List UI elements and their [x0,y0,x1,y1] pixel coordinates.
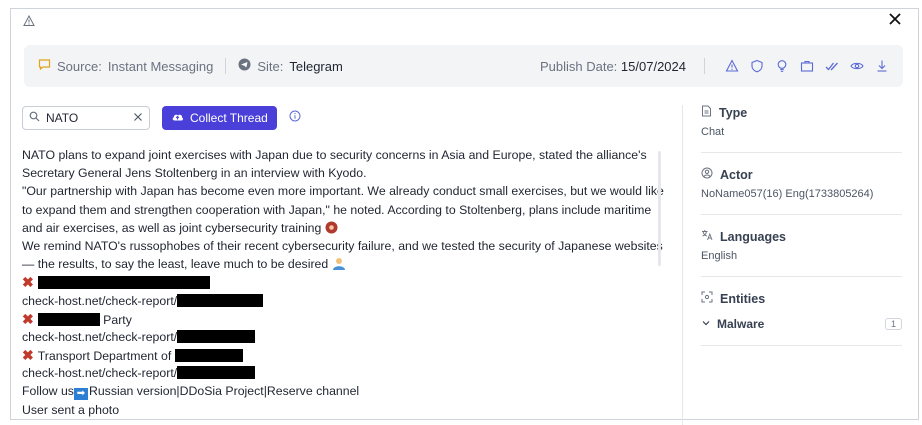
translate-icon [701,229,713,244]
search-field[interactable] [22,106,150,130]
languages-section: Languages English [701,229,902,277]
red-x-icon: ✖ [22,347,34,364]
publish-date-value: 15/07/2024 [620,58,686,74]
search-input[interactable] [46,111,116,125]
details-modal: Source: Instant Messaging Site: Telegram… [10,8,919,425]
malware-label: Malware [717,317,765,331]
type-value: Chat [701,126,725,138]
message-body: NATO plans to expand joint exercises wit… [22,146,664,419]
collect-thread-label: Collect Thread [190,111,268,125]
source-value: Instant Messaging [107,58,214,74]
chevron-down-icon [701,317,711,331]
double-check-icon[interactable] [825,59,839,73]
report-link[interactable]: check-host.net/check-report/ [22,292,662,310]
message-line: We remind NATO's russophobes of their re… [22,238,663,253]
message-line: — the results, to say the least, leave m… [22,255,662,273]
details-sidebar: Type Chat Actor NoName057(16) Eng(173380… [701,105,902,360]
document-icon [701,105,712,120]
site-label: Site: [257,58,284,74]
photo-note: User sent a photo [22,402,120,417]
report-link[interactable]: check-host.net/check-report/ [22,328,662,346]
message-line: "Our partnership with Japan has become e… [22,184,664,199]
message-toolbar: Collect Thread [22,106,301,130]
actor-title: Actor [720,167,753,182]
shield-icon[interactable] [750,59,764,73]
warning-icon [23,14,35,26]
cloud-upload-icon [171,111,184,125]
red-x-icon: ✖ [22,274,34,291]
source-info: Source: Instant Messaging [38,58,213,74]
clear-search-icon[interactable] [133,111,143,125]
briefcase-icon[interactable] [800,59,814,73]
malware-entity-toggle[interactable]: Malware 1 [701,317,902,331]
close-icon[interactable] [888,12,902,26]
eye-icon[interactable] [850,59,864,73]
message-line: NATO plans to expand joint exercises wit… [22,148,647,162]
message-line: Secretary General Jens Stoltenberg in an… [22,166,367,181]
redacted-item: ✖ [22,273,662,291]
entities-section: Entities Malware 1 [701,291,902,346]
user-circle-icon [701,167,713,182]
site-value: Telegram [289,58,343,74]
redacted-item: ✖ Transport Department of [22,346,662,364]
malware-count-badge: 1 [884,318,902,330]
source-label: Source: [57,58,102,74]
lightbulb-icon[interactable] [775,59,789,73]
message-scrollbar[interactable] [658,151,661,266]
actor-value: NoName057(16) Eng(1733805264) [701,188,874,200]
download-icon[interactable] [875,59,889,73]
post-actions [711,59,889,73]
type-title: Type [719,105,748,120]
scan-icon [701,291,713,306]
languages-title: Languages [720,229,786,244]
post-meta-bar: Source: Instant Messaging Site: Telegram… [24,45,903,87]
publish-date-label: Publish Date: [539,58,618,74]
entities-title: Entities [720,291,766,306]
type-section: Type Chat [701,105,902,153]
info-icon[interactable] [289,109,301,127]
site-info: Site: Telegram [238,58,343,74]
chat-bubble-icon [38,58,51,74]
message-line: and air exercises, as well as joint cybe… [22,219,662,237]
right-arrow-icon: ➡ [73,388,88,401]
redacted-item: ✖ Party [22,310,132,327]
red-x-icon: ✖ [22,310,34,327]
telegram-icon [238,58,251,74]
collect-thread-button[interactable]: Collect Thread [162,106,277,130]
search-icon [29,111,40,125]
languages-value: English [701,250,738,262]
follow-links[interactable]: Follow us ➡ Russian version|DDoSia Project… [22,382,662,401]
report-link[interactable]: check-host.net/check-report/ [22,364,662,382]
japan-flag-emoji [325,221,338,235]
actor-section: Actor NoName057(16) Eng(1733805264) [701,167,902,215]
person-shrug-emoji [332,257,346,271]
alert-icon[interactable] [725,59,739,73]
message-line: to expand them and strengthen cooperatio… [22,202,652,217]
